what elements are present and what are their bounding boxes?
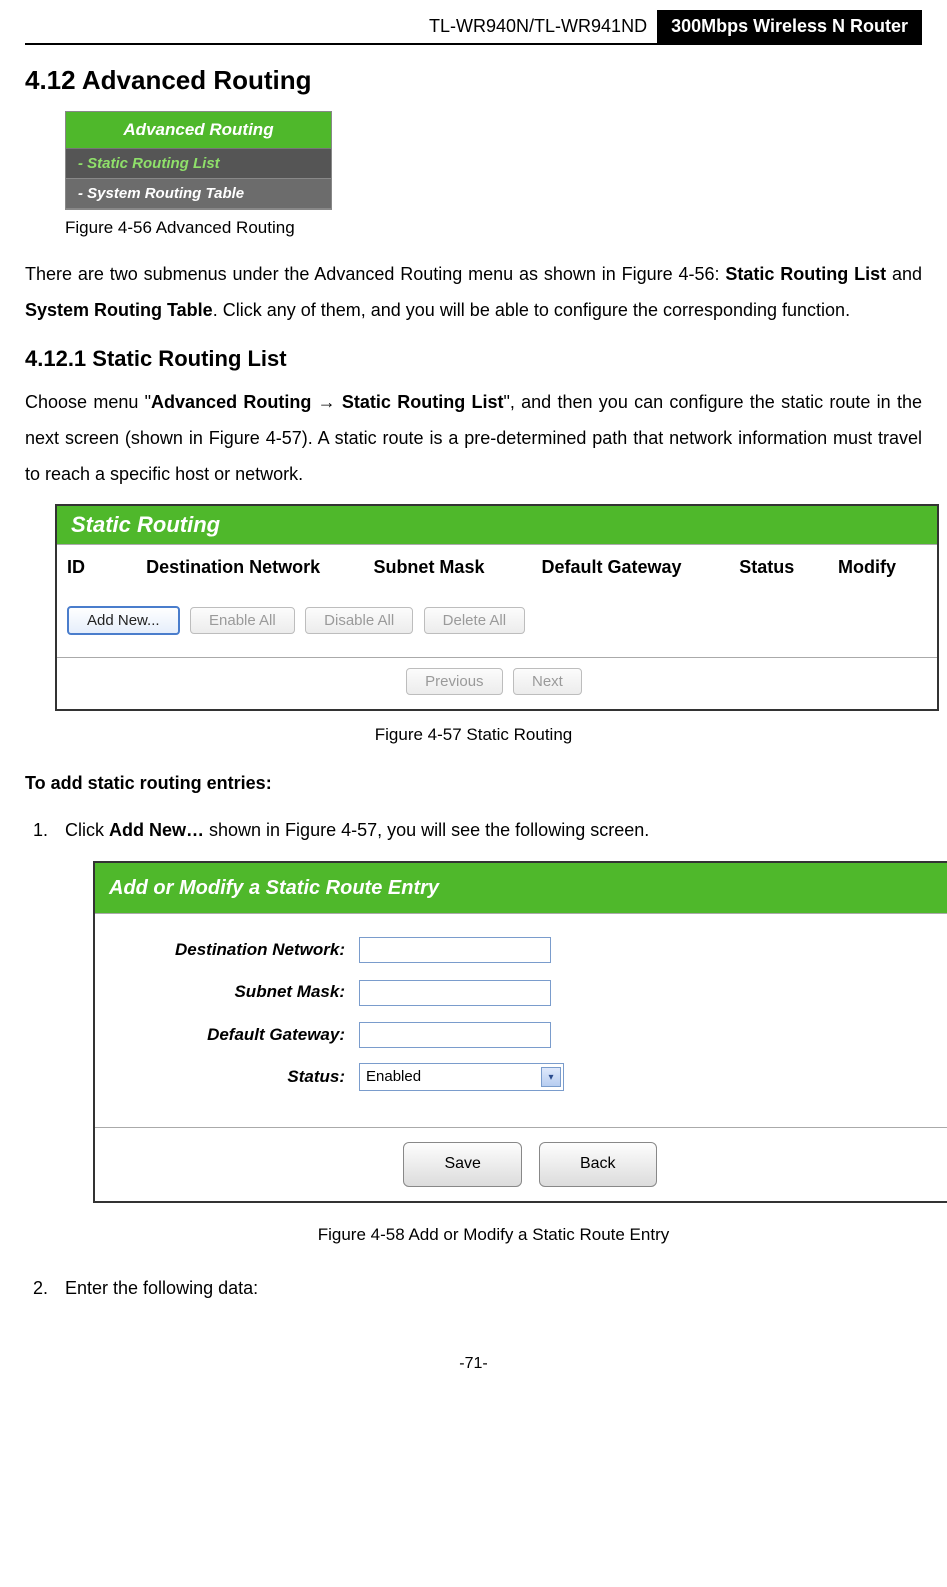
add-entries-heading: To add static routing entries: bbox=[25, 765, 922, 801]
label-subnet: Subnet Mask: bbox=[115, 976, 359, 1008]
form-body: Destination Network: Subnet Mask: Defaul… bbox=[95, 914, 947, 1127]
text-bold: System Routing Table bbox=[25, 300, 213, 320]
section-heading: 4.12 Advanced Routing bbox=[25, 65, 922, 96]
col-subnet: Subnet Mask bbox=[373, 557, 541, 578]
menu-item-system-routing-table[interactable]: - System Routing Table bbox=[66, 179, 331, 209]
input-subnet[interactable] bbox=[359, 980, 551, 1006]
text-bold: Advanced Routing → Static Routing List bbox=[151, 392, 503, 412]
panel-title: Add or Modify a Static Route Entry bbox=[95, 863, 947, 913]
steps-list: Click Add New… shown in Figure 4-57, you… bbox=[25, 813, 922, 1305]
col-gateway: Default Gateway bbox=[541, 557, 739, 578]
row-subnet: Subnet Mask: bbox=[115, 976, 945, 1008]
figure-57-caption: Figure 4-57 Static Routing bbox=[25, 725, 922, 745]
col-destination: Destination Network bbox=[146, 557, 373, 578]
text-bold: Add New… bbox=[109, 820, 204, 840]
figure-56-caption: Figure 4-56 Advanced Routing bbox=[65, 218, 922, 238]
button-row-2: Previous Next bbox=[57, 657, 937, 709]
figure-58-caption: Figure 4-58 Add or Modify a Static Route… bbox=[65, 1219, 922, 1251]
table-header-row: ID Destination Network Subnet Mask Defau… bbox=[57, 545, 937, 598]
menu-header: Advanced Routing bbox=[66, 112, 331, 149]
subsection-heading: 4.12.1 Static Routing List bbox=[25, 346, 922, 372]
step-1: Click Add New… shown in Figure 4-57, you… bbox=[53, 813, 922, 1251]
text-bold: Static Routing List bbox=[725, 264, 886, 284]
header-model: TL-WR940N/TL-WR941ND bbox=[25, 10, 657, 43]
row-status: Status: Enabled ▾ bbox=[115, 1061, 945, 1093]
page-header: TL-WR940N/TL-WR941ND 300Mbps Wireless N … bbox=[25, 10, 922, 45]
label-destination: Destination Network: bbox=[115, 934, 359, 966]
delete-all-button[interactable]: Delete All bbox=[424, 607, 525, 634]
menu-box: Advanced Routing - Static Routing List -… bbox=[65, 111, 332, 210]
figure-56: Advanced Routing - Static Routing List -… bbox=[65, 111, 922, 210]
text: Click bbox=[65, 820, 109, 840]
previous-button[interactable]: Previous bbox=[406, 668, 502, 695]
label-gateway: Default Gateway: bbox=[115, 1019, 359, 1051]
label-status: Status: bbox=[115, 1061, 359, 1093]
figure-57-panel: Static Routing ID Destination Network Su… bbox=[55, 504, 939, 711]
text: There are two submenus under the Advance… bbox=[25, 264, 725, 284]
row-gateway: Default Gateway: bbox=[115, 1019, 945, 1051]
next-button[interactable]: Next bbox=[513, 668, 582, 695]
page-number: -71- bbox=[25, 1355, 922, 1373]
col-status: Status bbox=[739, 557, 838, 578]
add-new-button[interactable]: Add New... bbox=[67, 606, 180, 635]
menu-item-static-routing-list[interactable]: - Static Routing List bbox=[66, 149, 331, 179]
save-button[interactable]: Save bbox=[403, 1142, 521, 1186]
disable-all-button[interactable]: Disable All bbox=[305, 607, 413, 634]
header-product: 300Mbps Wireless N Router bbox=[657, 10, 922, 43]
text: . Click any of them, and you will be abl… bbox=[213, 300, 850, 320]
row-destination: Destination Network: bbox=[115, 934, 945, 966]
text: Choose menu " bbox=[25, 392, 151, 412]
panel-title: Static Routing bbox=[57, 506, 937, 544]
paragraph-2: Choose menu "Advanced Routing → Static R… bbox=[25, 384, 922, 492]
col-id: ID bbox=[67, 557, 146, 578]
button-row-1: Add New... Enable All Disable All Delete… bbox=[57, 598, 937, 657]
enable-all-button[interactable]: Enable All bbox=[190, 607, 295, 634]
form-buttons: Save Back bbox=[95, 1127, 947, 1200]
back-button[interactable]: Back bbox=[539, 1142, 657, 1186]
select-value: Enabled bbox=[366, 1063, 421, 1092]
step-2: Enter the following data: bbox=[53, 1271, 922, 1305]
figure-58-panel: Add or Modify a Static Route Entry Desti… bbox=[93, 861, 947, 1203]
chevron-down-icon: ▾ bbox=[541, 1067, 561, 1087]
text: and bbox=[886, 264, 922, 284]
input-destination[interactable] bbox=[359, 937, 551, 963]
paragraph-1: There are two submenus under the Advance… bbox=[25, 256, 922, 328]
select-status[interactable]: Enabled ▾ bbox=[359, 1063, 564, 1091]
col-modify: Modify bbox=[838, 557, 927, 578]
input-gateway[interactable] bbox=[359, 1022, 551, 1048]
text: shown in Figure 4-57, you will see the f… bbox=[204, 820, 649, 840]
